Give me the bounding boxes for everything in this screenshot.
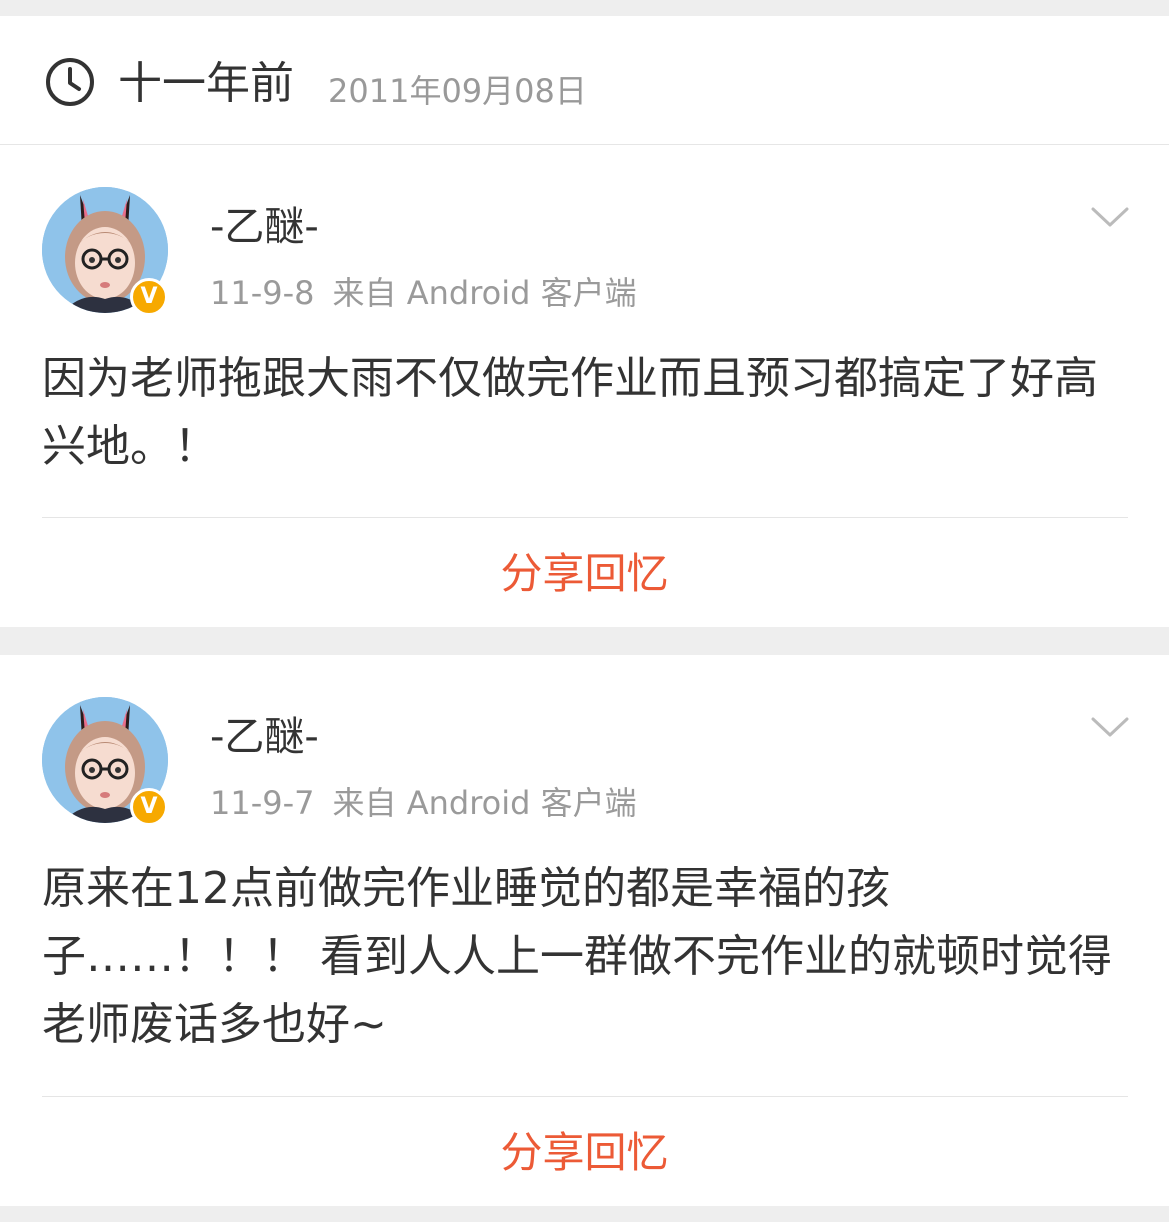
post-text: 原来在12点前做完作业睡觉的都是幸福的孩子……！！！ 看到人人上一群做不完作业的… (42, 863, 1112, 1050)
chevron-down-icon[interactable] (1090, 715, 1130, 739)
verified-badge: V (130, 278, 168, 316)
post-time: 11-9-7 (210, 784, 315, 822)
username[interactable]: -乙醚- (210, 203, 319, 251)
share-memory-button[interactable]: 分享回忆 (0, 1127, 1169, 1179)
post-source: 来自 Android 客户端 (332, 274, 637, 312)
post-card: V -乙醚- 11-9-8 来自 Android 客户端 因为老师拖跟大雨不仅做完… (0, 145, 1169, 627)
memory-header: 十一年前 2011年09月08日 (0, 16, 1169, 145)
post-time: 11-9-8 (210, 274, 315, 312)
memories-page: 十一年前 2011年09月08日 V -乙醚- 11-9-8 来自 Androi… (0, 0, 1169, 1222)
divider (42, 1096, 1128, 1097)
username[interactable]: -乙醚- (210, 713, 319, 761)
divider (42, 517, 1128, 518)
clock-icon (46, 58, 94, 106)
chevron-down-icon[interactable] (1090, 205, 1130, 229)
post-meta: 11-9-7 来自 Android 客户端 (210, 783, 637, 823)
share-memory-button[interactable]: 分享回忆 (0, 548, 1169, 600)
post-card: V -乙醚- 11-9-7 来自 Android 客户端 原来在12点前做完作业睡… (0, 655, 1169, 1206)
post-source: 来自 Android 客户端 (332, 784, 637, 822)
post-meta: 11-9-8 来自 Android 客户端 (210, 273, 637, 313)
post-text: 因为老师拖跟大雨不仅做完作业而且预习都搞定了好高兴地。！ (42, 353, 1098, 472)
header-title: 十一年前 (118, 58, 294, 109)
verified-badge: V (130, 788, 168, 826)
header-date: 2011年09月08日 (328, 72, 587, 110)
